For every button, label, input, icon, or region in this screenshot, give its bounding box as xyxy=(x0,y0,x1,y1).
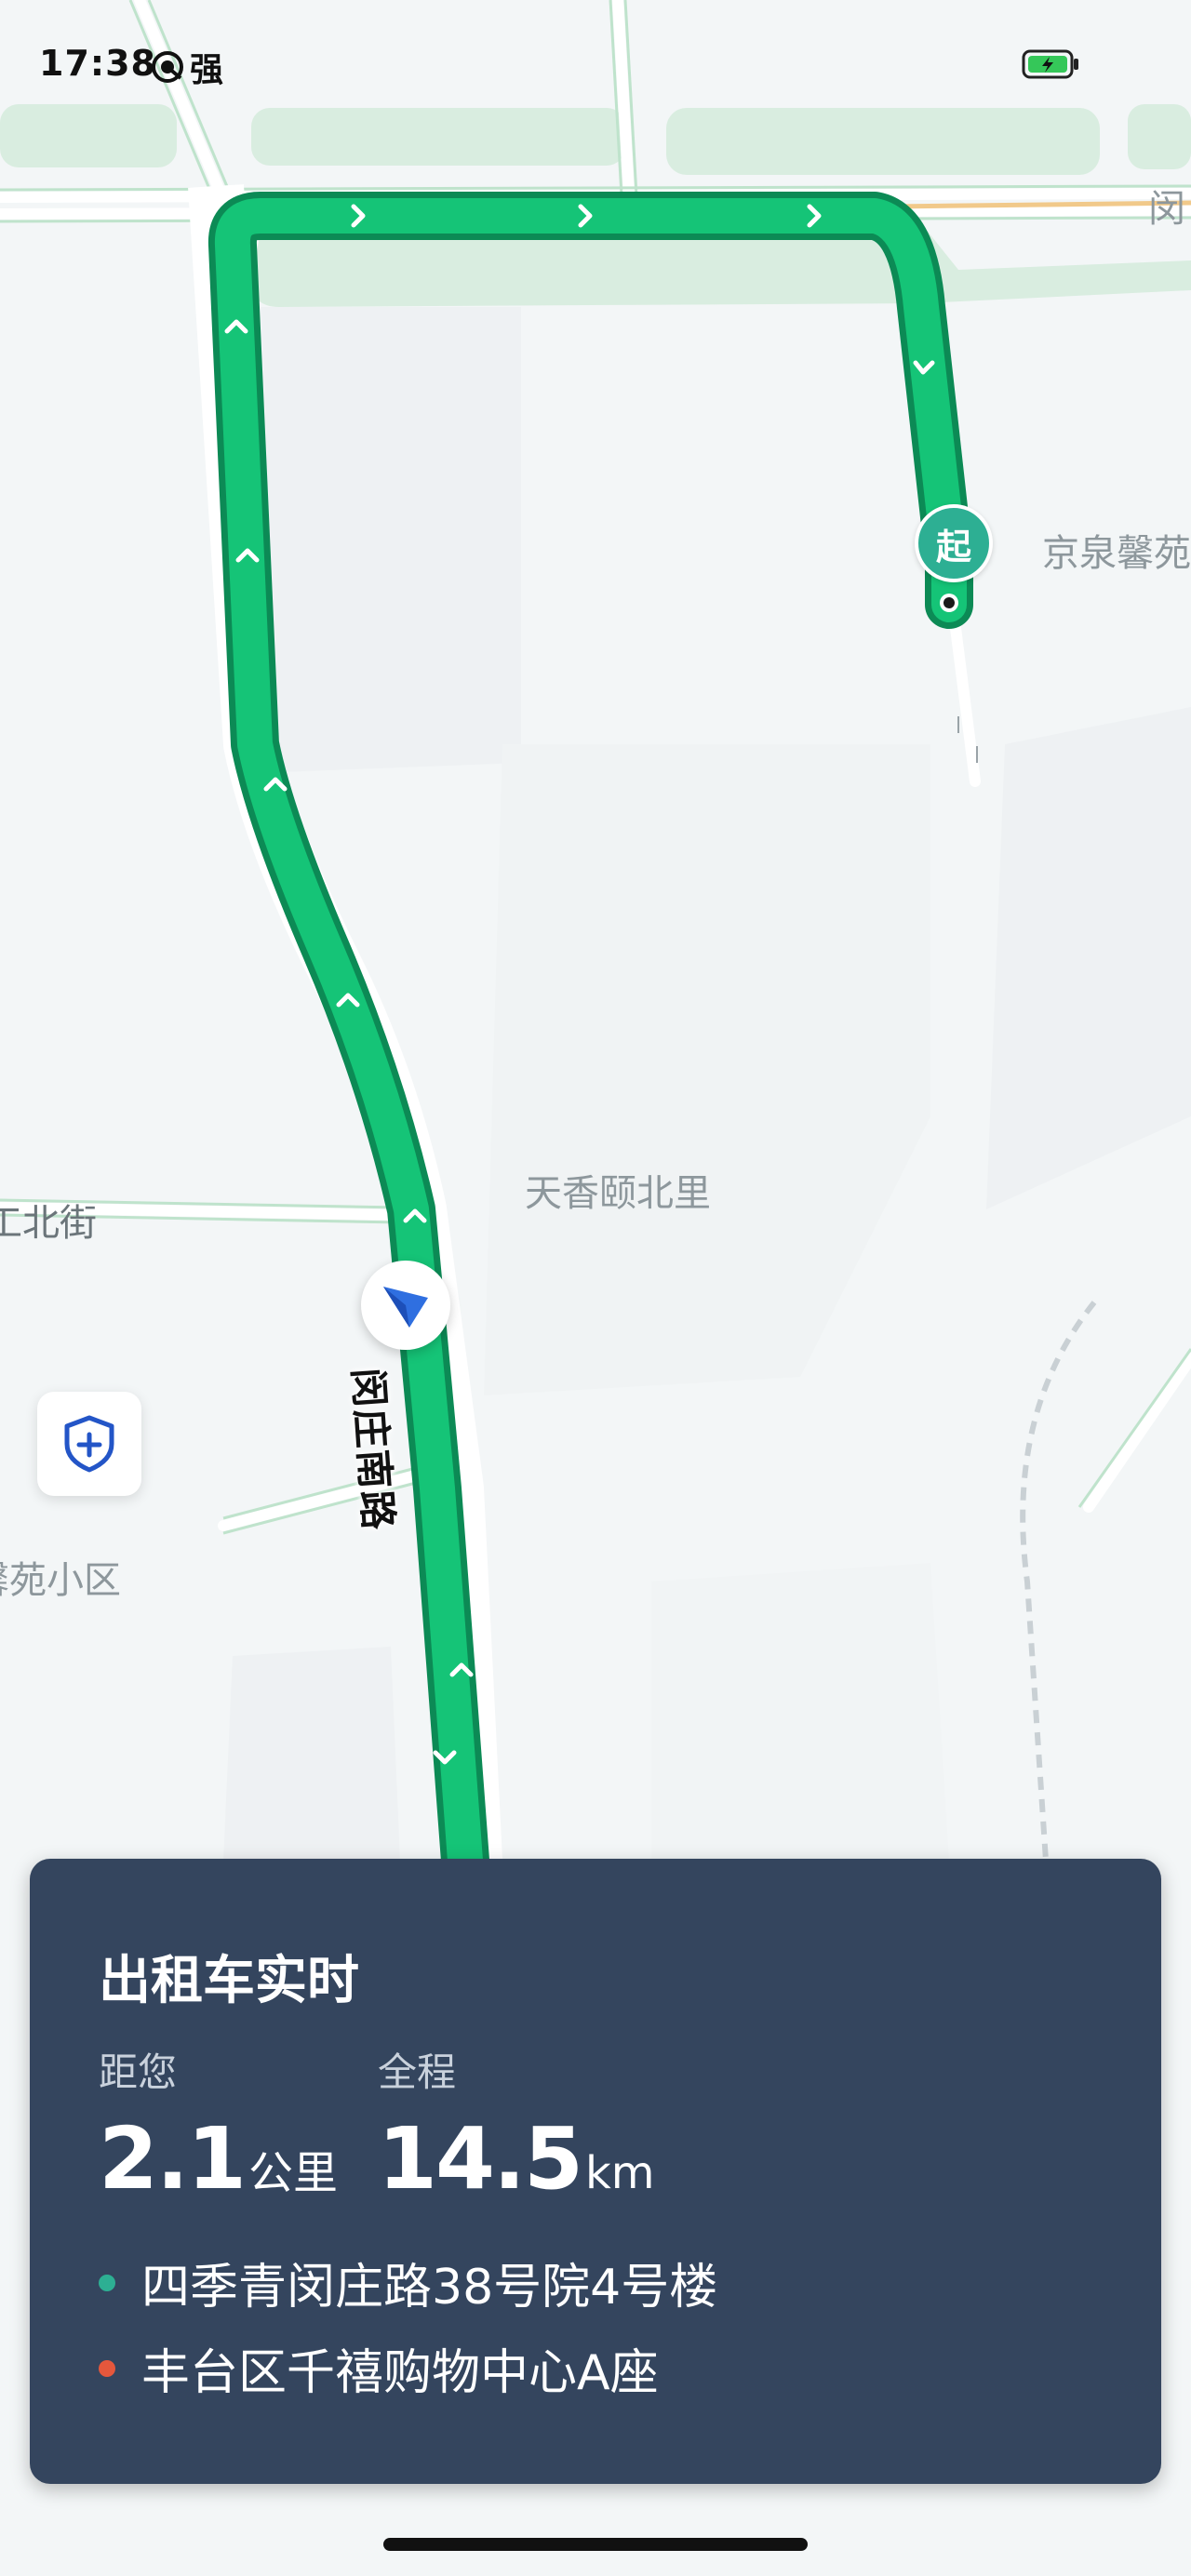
origin-address: 四季青闵庄路38号院4号楼 xyxy=(141,2260,718,2316)
current-location-marker xyxy=(361,1261,450,1350)
safety-button[interactable] xyxy=(37,1392,141,1496)
battery-charging-icon xyxy=(1022,48,1081,84)
total-value: 14.5 xyxy=(378,2109,583,2209)
app-screen: 17:38 强 闵 京泉馨苑 天香颐北里 工北街 馨苑小区 闵庄南路 起 xyxy=(0,0,1191,2576)
map-label-district-center: 天香颐北里 xyxy=(525,1172,711,1215)
distance-unit: 公里 xyxy=(248,2147,338,2199)
navigation-arrow-icon xyxy=(383,1287,428,1328)
start-marker[interactable]: 起 xyxy=(915,504,993,582)
total-stat: 全程 14.5km xyxy=(378,2041,655,2209)
destination-address-row: 丰台区千禧购物中心A座 xyxy=(99,2333,659,2403)
taxi-info-card[interactable]: 出租车实时 距您 2.1公里 全程 14.5km 四季青闵庄路38号院4号楼 丰… xyxy=(30,1859,1161,2484)
origin-dot-icon xyxy=(99,2274,115,2291)
signal-indicator: 强 xyxy=(151,43,223,91)
origin-address-row: 四季青闵庄路38号院4号楼 xyxy=(99,2248,717,2317)
distance-value-row: 2.1公里 xyxy=(99,2109,338,2209)
distance-value: 2.1 xyxy=(99,2109,247,2209)
status-time: 17:38 xyxy=(39,43,156,84)
road-label-main: 闵庄南路 xyxy=(344,1366,402,1533)
destination-address: 丰台区千禧购物中心A座 xyxy=(141,2345,659,2401)
total-value-row: 14.5km xyxy=(378,2109,655,2209)
total-unit: km xyxy=(585,2147,655,2199)
map-label-street-left: 工北街 xyxy=(0,1202,97,1245)
status-bar: 17:38 强 xyxy=(0,0,1191,130)
start-point-dot xyxy=(940,594,958,612)
destination-dot-icon xyxy=(99,2359,115,2377)
shield-plus-icon xyxy=(64,1415,114,1473)
map-label-community-left: 馨苑小区 xyxy=(0,1559,121,1602)
hotspot-icon xyxy=(152,51,183,83)
home-indicator[interactable] xyxy=(383,2538,808,2551)
map-label-community-top-right: 京泉馨苑 xyxy=(1042,532,1191,575)
card-title: 出租车实时 xyxy=(99,1951,359,2011)
distance-label: 距您 xyxy=(99,2049,178,2095)
map-label-top-right-road: 闵 xyxy=(1148,188,1185,231)
total-label: 全程 xyxy=(378,2049,457,2095)
signal-strength-text: 强 xyxy=(190,51,224,89)
distance-stat: 距您 2.1公里 xyxy=(99,2041,338,2209)
